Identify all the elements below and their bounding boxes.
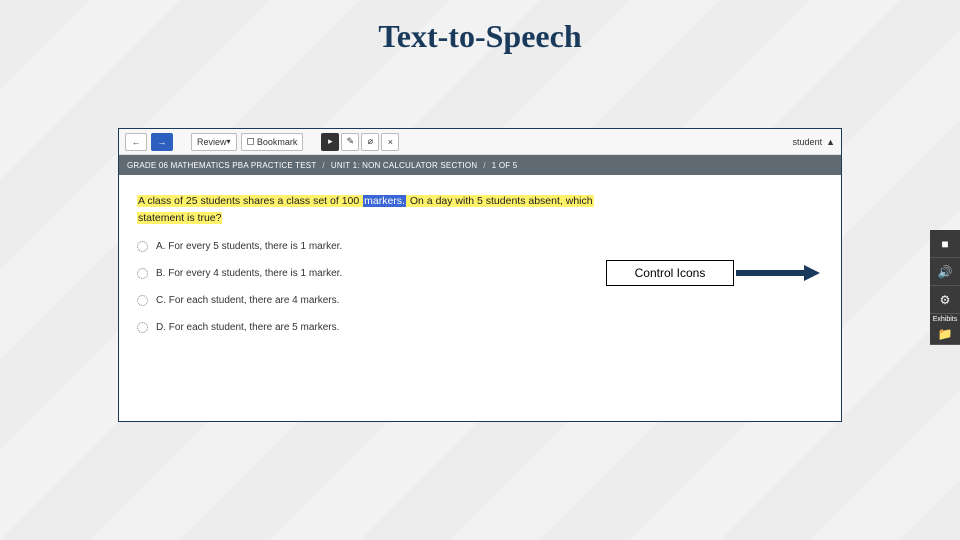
tts-stop-button[interactable]: ■	[930, 230, 960, 258]
breadcrumb: GRADE 06 MATHEMATICS PBA PRACTICE TEST /…	[119, 155, 841, 175]
stop-icon: ■	[941, 237, 948, 251]
breadcrumb-test: GRADE 06 MATHEMATICS PBA PRACTICE TEST	[127, 161, 316, 170]
clear-tool-button[interactable]: ×	[381, 133, 399, 151]
stem-highlighted-2: On a day with 5 students absent, which	[406, 195, 594, 207]
tts-settings-button[interactable]: ⚙	[930, 286, 960, 314]
option-b-label: B. For every 4 students, there is 1 mark…	[156, 268, 342, 279]
breadcrumb-unit: UNIT 1: NON CALCULATOR SECTION	[331, 161, 477, 170]
speaker-icon: 🔊	[938, 265, 953, 279]
exhibits-button[interactable]: 📁	[930, 323, 960, 345]
stem-selected-word: markers.	[363, 195, 406, 207]
stem-highlighted-1: A class of 25 students shares a class se…	[137, 195, 363, 207]
app-toolbar: ← → Review ▾ ◻ Bookmark ▸ ✎ ⌀ × student …	[119, 129, 841, 155]
forward-button[interactable]: →	[151, 133, 173, 151]
gear-icon: ⚙	[940, 293, 951, 307]
back-button[interactable]: ←	[125, 133, 147, 151]
breadcrumb-position: 1 OF 5	[492, 161, 518, 170]
tts-control-column: ■ 🔊 ⚙ Exhibits 📁	[930, 230, 960, 345]
answer-options: A. For every 5 students, there is 1 mark…	[137, 241, 823, 333]
radio-icon	[137, 241, 148, 252]
radio-icon	[137, 295, 148, 306]
user-menu[interactable]: student ▲	[793, 137, 835, 147]
bookmark-button[interactable]: ◻ Bookmark	[241, 133, 304, 151]
note-tool-button[interactable]: ✎	[341, 133, 359, 151]
callout-arrow	[736, 266, 822, 280]
folder-icon: 📁	[938, 327, 953, 341]
user-icon: ▲	[826, 137, 835, 147]
chevron-down-icon: ▾	[227, 137, 231, 146]
option-c[interactable]: C. For each student, there are 4 markers…	[137, 295, 823, 306]
callout-label: Control Icons	[606, 260, 734, 286]
breadcrumb-separator: /	[483, 161, 485, 170]
stem-highlighted-3: statement is true?	[137, 212, 222, 224]
tts-speak-button[interactable]: 🔊	[930, 258, 960, 286]
question-area: A class of 25 students shares a class se…	[119, 175, 841, 341]
option-c-label: C. For each student, there are 4 markers…	[156, 295, 339, 306]
pointer-tool-button[interactable]: ▸	[321, 133, 339, 151]
option-d[interactable]: D. For each student, there are 5 markers…	[137, 322, 823, 333]
slide-title: Text-to-Speech	[0, 0, 960, 55]
review-dropdown[interactable]: Review ▾	[191, 133, 237, 151]
option-d-label: D. For each student, there are 5 markers…	[156, 322, 339, 333]
breadcrumb-separator: /	[322, 161, 324, 170]
bookmark-icon: ◻	[247, 136, 255, 147]
radio-icon	[137, 268, 148, 279]
annotation-tool-group: ▸ ✎ ⌀ ×	[321, 133, 399, 151]
option-a[interactable]: A. For every 5 students, there is 1 mark…	[137, 241, 823, 252]
bookmark-label: Bookmark	[257, 137, 298, 147]
eraser-tool-button[interactable]: ⌀	[361, 133, 379, 151]
radio-icon	[137, 322, 148, 333]
review-label: Review	[197, 137, 227, 147]
exhibits-label: Exhibits	[930, 314, 960, 323]
user-label: student	[793, 137, 823, 147]
option-a-label: A. For every 5 students, there is 1 mark…	[156, 241, 342, 252]
question-stem: A class of 25 students shares a class se…	[137, 193, 823, 227]
